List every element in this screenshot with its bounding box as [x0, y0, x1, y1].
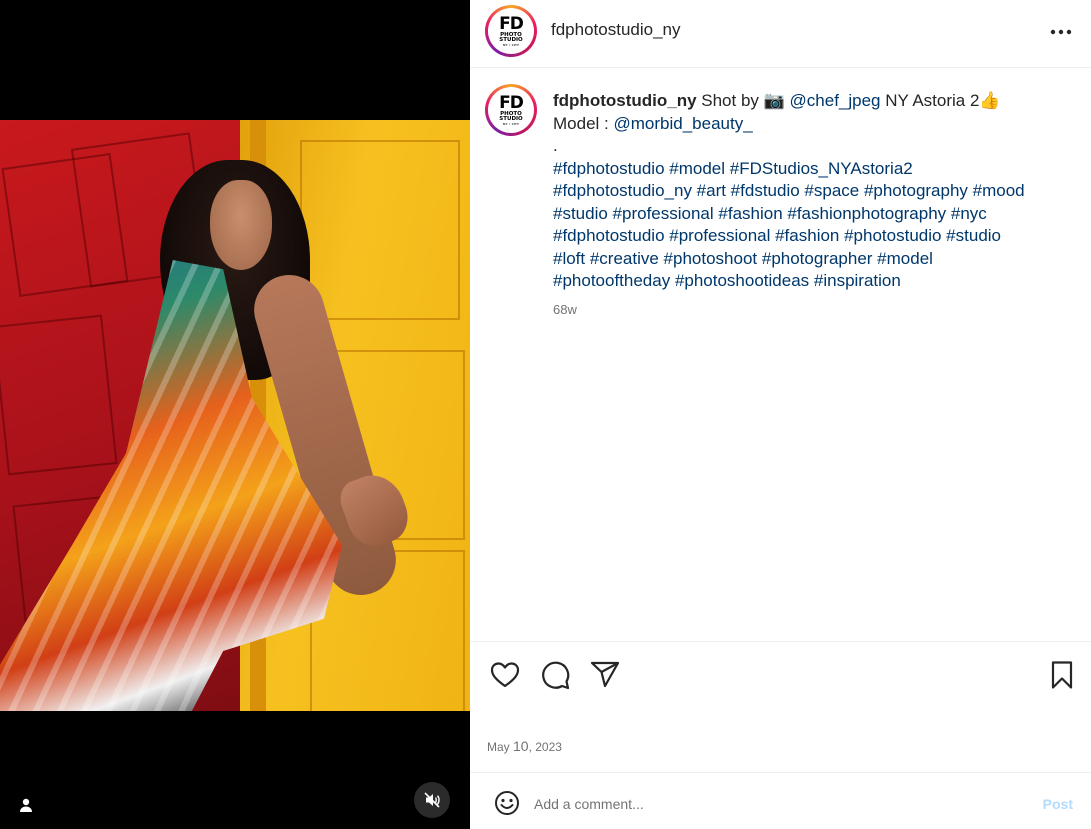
caption-text: NY Astoria 2👍	[880, 91, 1001, 110]
emoji-icon[interactable]	[494, 790, 522, 818]
share-icon[interactable]	[589, 659, 623, 693]
date-day: 10	[513, 738, 529, 754]
user-icon[interactable]	[12, 791, 40, 819]
hashtag-line[interactable]: #fdphotostudio #professional #fashion #p…	[553, 225, 1073, 248]
logo-text: FD	[499, 13, 524, 34]
date-year: , 2023	[528, 740, 562, 754]
divider	[470, 641, 1091, 642]
comment-bar: Post	[470, 784, 1091, 824]
divider	[470, 772, 1091, 773]
bookmark-icon[interactable]	[1046, 659, 1080, 693]
logo-tiny: NY • CITY	[502, 42, 520, 47]
caption-avatar[interactable]: FD PHOTO STUDIO NY • CITY	[485, 84, 537, 136]
comment-icon[interactable]	[539, 659, 573, 693]
post-header: FD PHOTO STUDIO NY • CITY fdphotostudio_…	[470, 0, 1091, 68]
caption-dot: .	[553, 136, 558, 155]
heart-icon[interactable]	[489, 659, 523, 693]
hashtag-line[interactable]: #photooftheday #photoshootideas #inspira…	[553, 270, 1073, 293]
hashtag-line[interactable]: #studio #professional #fashion #fashionp…	[553, 203, 1073, 226]
hashtag-line[interactable]: #fdphotostudio_ny #art #fdstudio #space …	[553, 180, 1073, 203]
logo-tiny: NY • CITY	[502, 121, 520, 126]
post-sidebar: FD PHOTO STUDIO NY • CITY fdphotostudio_…	[470, 0, 1091, 829]
muted-speaker-icon[interactable]	[414, 782, 450, 818]
logo-text: FD	[499, 92, 524, 113]
caption-text: Shot by 📷	[696, 91, 790, 110]
action-bar	[470, 655, 1091, 699]
mention-photographer[interactable]: @chef_jpeg	[790, 91, 881, 110]
caption-line: fdphotostudio_ny Shot by 📷 @chef_jpeg NY…	[553, 90, 1073, 113]
caption-line: Model : @morbid_beauty_	[553, 113, 1073, 136]
hashtag-line[interactable]: #loft #creative #photoshoot #photographe…	[553, 248, 1073, 271]
post-photo	[0, 120, 470, 711]
hashtag-line[interactable]: #fdphotostudio #model #FDStudios_NYAstor…	[553, 158, 1073, 181]
caption-username[interactable]: fdphotostudio_ny	[553, 91, 697, 110]
mention-model[interactable]: @morbid_beauty_	[613, 114, 752, 133]
date-month: May	[487, 740, 514, 754]
post-media[interactable]	[0, 0, 470, 829]
header-username[interactable]: fdphotostudio_ny	[551, 20, 681, 40]
model-label: Model :	[553, 113, 614, 133]
model-face	[210, 180, 272, 270]
avatar[interactable]: FD PHOTO STUDIO NY • CITY	[485, 5, 537, 57]
door-panel	[300, 140, 460, 320]
wall-panel	[0, 314, 118, 476]
time-ago[interactable]: 68w	[553, 302, 577, 317]
more-options-icon[interactable]	[1047, 20, 1075, 44]
post-button[interactable]: Post	[1043, 796, 1073, 812]
post-date[interactable]: May 10, 2023	[487, 738, 562, 754]
post-caption: fdphotostudio_ny Shot by 📷 @chef_jpeg NY…	[553, 90, 1073, 293]
comment-input[interactable]	[534, 792, 1014, 816]
